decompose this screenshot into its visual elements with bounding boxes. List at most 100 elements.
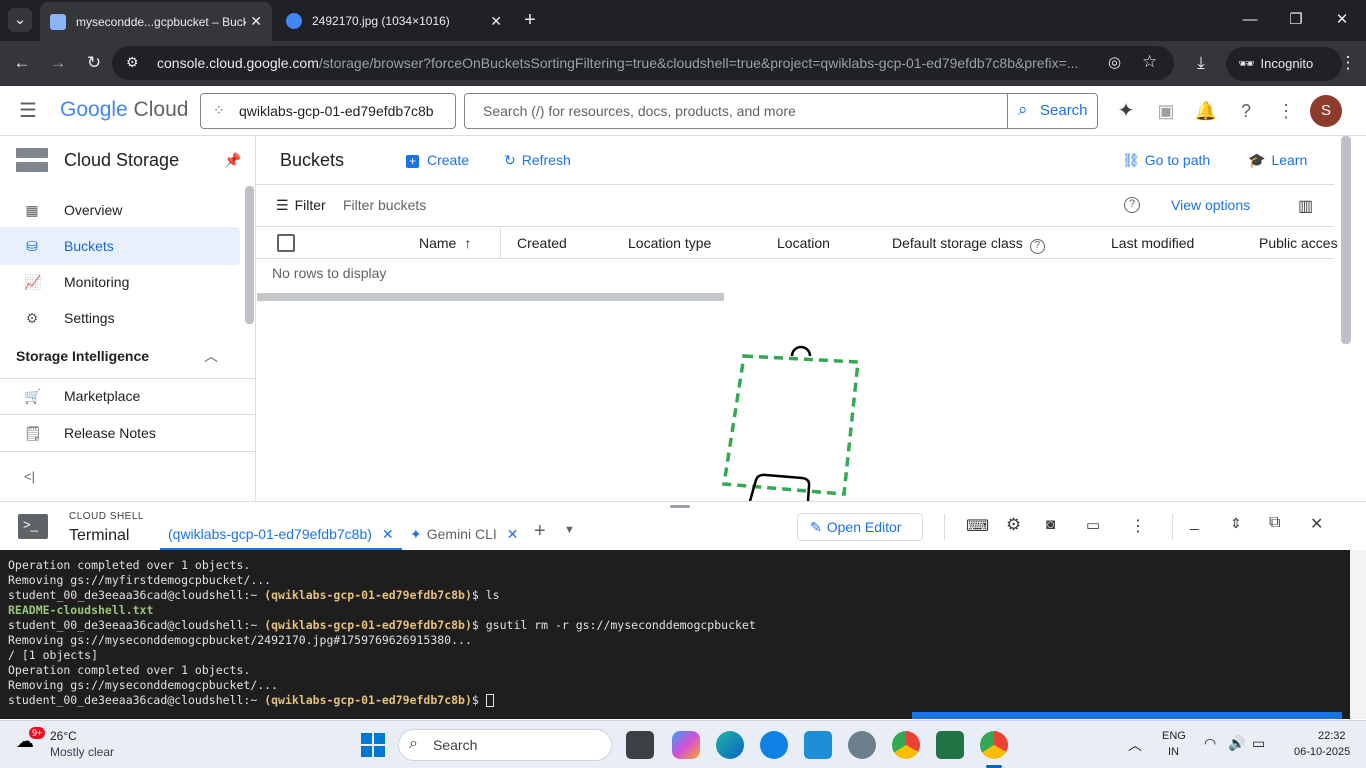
minimize-icon[interactable]: — xyxy=(1238,8,1262,32)
column-header-name[interactable]: Name ↑ xyxy=(419,235,471,251)
tab-close-icon[interactable]: ✕ xyxy=(250,13,262,30)
omnibox[interactable]: ⚙ console.cloud.google.com/storage/brows… xyxy=(112,46,1174,80)
column-header-storage-class[interactable]: Default storage class? xyxy=(892,235,1045,254)
more-vert-icon[interactable]: ⋮ xyxy=(1274,99,1298,123)
close-tab-icon[interactable]: ✕ xyxy=(507,526,519,542)
hamburger-menu-icon[interactable]: ☰ xyxy=(16,99,40,123)
sidebar-item-buckets[interactable]: ⛁ Buckets xyxy=(0,227,240,265)
go-to-path-button[interactable]: ⛓ Go to path xyxy=(1122,152,1210,169)
url-text[interactable]: console.cloud.google.com/storage/browser… xyxy=(157,55,1097,71)
wifi-icon[interactable]: ◠ xyxy=(1204,735,1216,752)
taskbar-search[interactable]: ⌕ Search xyxy=(398,729,612,761)
monitor-app-icon[interactable] xyxy=(804,731,832,759)
eye-off-icon[interactable]: ◎ xyxy=(1108,53,1121,71)
resize-handle[interactable] xyxy=(670,505,690,508)
sidebar-item-monitoring[interactable]: 📈 Monitoring xyxy=(0,263,240,301)
resize-icon[interactable]: ⇕ xyxy=(1230,515,1242,532)
notifications-bell-icon[interactable]: 🔔 xyxy=(1194,99,1218,123)
filter-input[interactable]: Filter buckets xyxy=(343,197,426,213)
sidebar-item-marketplace[interactable]: 🛒 Marketplace xyxy=(0,377,240,415)
gear-icon[interactable]: ⚙ xyxy=(1006,515,1021,535)
keyboard-icon[interactable]: ⌨ xyxy=(966,516,989,536)
help-icon[interactable]: ? xyxy=(1234,99,1258,123)
windows-start-icon[interactable] xyxy=(361,733,385,757)
language-code[interactable]: ENG xyxy=(1162,730,1186,742)
copilot-icon[interactable] xyxy=(672,731,700,759)
browser-menu-icon[interactable]: ⋮ xyxy=(1336,51,1360,75)
site-info-icon[interactable]: ⚙ xyxy=(126,54,139,71)
close-tab-icon[interactable]: ✕ xyxy=(382,526,394,542)
more-vert-icon[interactable]: ⋮ xyxy=(1130,516,1146,536)
column-header-location[interactable]: Location xyxy=(777,235,830,251)
column-display-icon[interactable]: ▥ xyxy=(1298,196,1313,216)
volume-icon[interactable]: 🔊 xyxy=(1228,735,1245,752)
chrome-incognito-icon[interactable] xyxy=(980,731,1008,759)
edge-icon[interactable] xyxy=(716,731,744,759)
close-window-icon[interactable]: ✕ xyxy=(1330,8,1354,32)
column-header-location-type[interactable]: Location type xyxy=(628,235,711,251)
open-editor-button[interactable]: ✎ Open Editor xyxy=(797,513,923,541)
tab-search-icon[interactable]: ⌄ xyxy=(8,8,32,32)
panel-layout-icon[interactable]: ▭ xyxy=(1086,516,1100,534)
refresh-button[interactable]: ↻ Refresh xyxy=(504,152,571,169)
restore-icon[interactable]: ❐ xyxy=(1284,8,1308,32)
main-scrollbar[interactable] xyxy=(1341,136,1351,344)
view-options-button[interactable]: View options xyxy=(1171,197,1250,213)
add-tab-icon[interactable]: + xyxy=(534,520,546,543)
tab-terminal-session[interactable]: (qwiklabs-gcp-01-ed79efdb7c8b) ✕ xyxy=(160,522,402,551)
clock-time[interactable]: 22:32 xyxy=(1318,730,1346,742)
pin-icon[interactable]: 📌 xyxy=(224,152,241,169)
column-header-public-access[interactable]: Public acces xyxy=(1259,235,1338,251)
collapse-nav-icon[interactable]: <| xyxy=(24,469,35,484)
filter-button[interactable]: ☰ Filter xyxy=(276,197,326,214)
cloud-shell-icon[interactable]: ▣ xyxy=(1154,99,1178,123)
bookmark-star-icon[interactable]: ☆ xyxy=(1142,52,1157,72)
help-icon[interactable]: ? xyxy=(1124,197,1140,213)
sidebar-item-settings[interactable]: ⚙ Settings xyxy=(0,299,240,337)
new-tab-icon[interactable]: + xyxy=(518,8,542,32)
web-preview-icon[interactable]: ◙ xyxy=(1046,516,1055,533)
select-all-checkbox[interactable] xyxy=(277,234,295,252)
google-cloud-logo[interactable]: Google Cloud xyxy=(60,98,188,122)
spreadsheet-app-icon[interactable] xyxy=(936,731,964,759)
sidebar-scrollbar[interactable] xyxy=(245,186,254,324)
tab-close-icon[interactable]: ✕ xyxy=(490,13,502,30)
chrome-icon[interactable] xyxy=(892,731,920,759)
create-button[interactable]: + Create xyxy=(406,152,469,168)
learn-button[interactable]: 🎓 Learn xyxy=(1248,152,1307,169)
settings-app-icon[interactable] xyxy=(848,731,876,759)
tab-gemini-cli[interactable]: ✦ Gemini CLI ✕ xyxy=(410,526,519,543)
sidebar-item-release-notes[interactable]: 🗒 Release Notes xyxy=(0,414,240,452)
sidebar-item-overview[interactable]: ▦ Overview xyxy=(0,191,240,229)
terminal-scrollbar[interactable] xyxy=(1350,550,1366,719)
download-icon[interactable]: ⤓ xyxy=(1189,51,1213,75)
close-icon[interactable]: ✕ xyxy=(1310,514,1323,534)
tab-image[interactable]: 2492170.jpg (1034×1016) ✕ xyxy=(276,5,512,37)
terminal-output[interactable]: Operation completed over 1 objects. Remo… xyxy=(0,550,1350,719)
search-button[interactable]: ⌕ Search xyxy=(1007,93,1097,129)
weather-description[interactable]: Mostly clear xyxy=(50,745,114,759)
task-view-icon[interactable] xyxy=(626,731,654,759)
weather-temp[interactable]: 26°C xyxy=(50,729,77,743)
horizontal-scrollbar[interactable] xyxy=(257,293,724,301)
chevron-up-icon[interactable]: ︿ xyxy=(204,346,218,366)
section-storage-intelligence[interactable]: Storage Intelligence xyxy=(16,348,149,364)
language-region[interactable]: IN xyxy=(1168,746,1179,758)
incognito-chip[interactable]: 🕶 Incognito xyxy=(1226,47,1342,81)
alexa-icon[interactable] xyxy=(760,731,788,759)
battery-icon[interactable]: ▭ xyxy=(1252,735,1265,752)
chevron-up-icon[interactable]: ︿ xyxy=(1128,735,1142,755)
back-icon[interactable]: ← xyxy=(10,51,34,75)
reload-icon[interactable]: ↻ xyxy=(82,51,106,75)
clock-date[interactable]: 06-10-2025 xyxy=(1294,746,1350,758)
gemini-sparkle-icon[interactable]: ✦ xyxy=(1114,99,1138,123)
column-header-created[interactable]: Created xyxy=(517,235,567,251)
project-picker[interactable]: ⁘ qwiklabs-gcp-01-ed79efdb7c8b xyxy=(200,93,456,129)
tab-buckets[interactable]: myseconddе...gcpbucket – Buck ✕ xyxy=(40,2,272,41)
tab-dropdown-icon[interactable]: ▼ xyxy=(564,524,575,536)
avatar[interactable]: S xyxy=(1310,95,1342,127)
forward-icon[interactable]: → xyxy=(46,51,70,75)
search-input[interactable]: Search (/) for resources, docs, products… xyxy=(464,93,1098,129)
column-header-last-modified[interactable]: Last modified xyxy=(1111,235,1194,251)
minimize-icon[interactable]: _ xyxy=(1190,514,1199,532)
